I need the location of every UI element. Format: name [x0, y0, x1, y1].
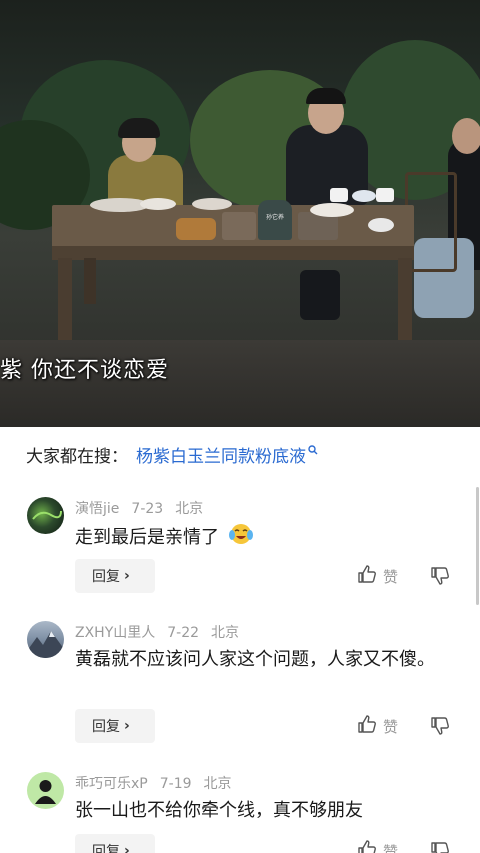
dislike-button[interactable]: [430, 716, 450, 736]
cup: [330, 188, 348, 202]
plate: [310, 203, 354, 217]
search-suggestion-prefix: 大家都在搜：: [26, 446, 128, 467]
dislike-button[interactable]: [430, 841, 450, 853]
thumbs-up-icon: [357, 564, 377, 588]
chevron-right-icon: ›: [124, 568, 130, 584]
like-label: 赞: [383, 567, 399, 586]
like-label: 赞: [383, 842, 399, 853]
chevron-right-icon: ›: [124, 718, 130, 734]
like-button[interactable]: 赞: [357, 715, 398, 737]
comment-meta: 演悟jie 7-23 北京: [75, 498, 215, 518]
comment-text: 走到最后是亲情了: [75, 521, 455, 555]
like-button[interactable]: 赞: [357, 840, 398, 853]
comment-date: 7-22: [167, 625, 200, 641]
thumbs-down-icon: [430, 842, 450, 853]
chevron-right-icon: ›: [124, 843, 130, 853]
search-icon[interactable]: [308, 440, 318, 460]
comment-date: 7-23: [131, 501, 164, 517]
avatar[interactable]: [27, 772, 64, 809]
avatar[interactable]: [27, 497, 64, 534]
table-sign-text: 孙它养: [265, 214, 284, 221]
cup: [368, 218, 394, 232]
person-center-hair: [306, 88, 346, 104]
comment-text-content: 走到最后是亲情了: [75, 527, 219, 548]
bottles: [222, 212, 256, 240]
like-button[interactable]: 赞: [357, 565, 398, 587]
reply-button-label: 回复: [92, 844, 120, 853]
video-subtitle: 紫 你还不谈恋爱: [0, 358, 169, 383]
thumbs-up-icon: [357, 714, 377, 738]
table-leg: [58, 258, 72, 350]
comment-username[interactable]: ZXHY山里人: [75, 625, 155, 641]
reply-button[interactable]: 回复 ›: [75, 709, 155, 743]
comment-location: 北京: [211, 625, 240, 641]
basket: [176, 218, 216, 240]
comment-username[interactable]: 乖巧可乐xP: [75, 776, 148, 792]
person-center-legs: [300, 270, 340, 320]
bowl: [140, 198, 176, 210]
dislike-button[interactable]: [430, 566, 450, 586]
comment-location: 北京: [175, 501, 204, 517]
bowl: [352, 190, 376, 202]
video-player[interactable]: 孙它养 紫 你还不谈恋爱: [0, 0, 480, 427]
reply-button[interactable]: 回复 ›: [75, 834, 155, 853]
comment-location: 北京: [203, 776, 232, 792]
table-sign: 孙它养: [258, 200, 292, 240]
comment-text: 张一山也不给你牵个线，真不够朋友: [75, 800, 363, 821]
crying-laughing-emoji-icon: [228, 521, 254, 555]
scrollbar[interactable]: [476, 487, 479, 605]
reply-button-label: 回复: [92, 719, 120, 735]
reply-button[interactable]: 回复 ›: [75, 559, 155, 593]
wooden-table-edge: [52, 246, 414, 260]
search-suggestion-link[interactable]: 杨紫白玉兰同款粉底液: [136, 442, 306, 467]
comment-meta: 乖巧可乐xP 7-19 北京: [75, 773, 244, 793]
thumbs-down-icon: [430, 567, 450, 590]
thumbs-up-icon: [357, 839, 377, 853]
reply-button-label: 回复: [92, 569, 120, 585]
comment-username[interactable]: 演悟jie: [75, 501, 119, 517]
bowl: [192, 198, 232, 210]
like-label: 赞: [383, 717, 399, 736]
comment-text: 黄磊就不应该问人家这个问题，人家又不傻。: [75, 649, 435, 670]
avatar[interactable]: [27, 621, 64, 658]
table-leg: [84, 258, 96, 304]
search-suggestion: 大家都在搜： 杨紫白玉兰同款粉底液: [26, 441, 318, 467]
person-right-head: [452, 118, 480, 154]
comment-date: 7-19: [159, 776, 192, 792]
cup: [376, 188, 394, 202]
comment-meta: ZXHY山里人 7-22 北京: [75, 622, 251, 642]
thumbs-down-icon: [430, 717, 450, 740]
person-left-hat: [118, 118, 160, 138]
